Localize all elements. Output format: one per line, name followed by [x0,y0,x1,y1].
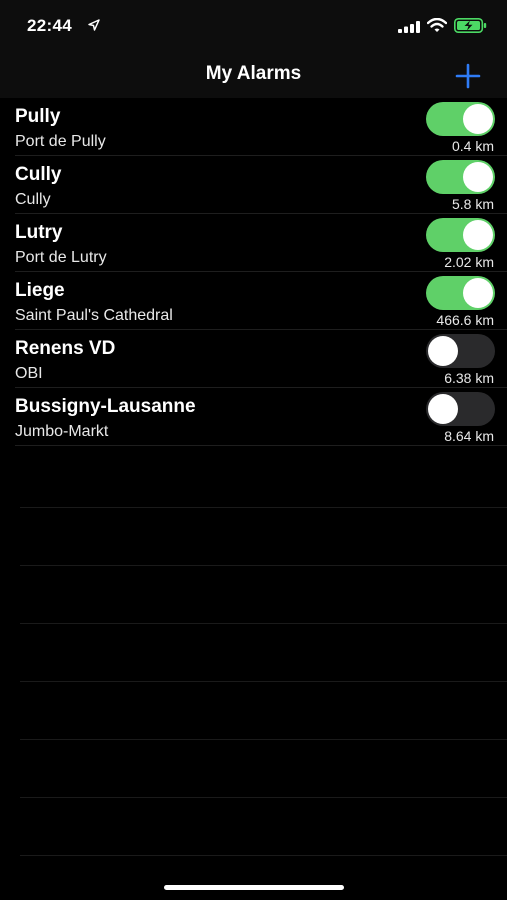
status-time: 22:44 [27,16,72,35]
alarm-distance: 5.8 km [451,196,494,212]
alarm-row[interactable]: Renens VD OBI 6.38 km [0,330,507,388]
cellular-signal-icon [398,20,420,38]
alarm-distance: 466.6 km [436,312,494,328]
toggle-knob [463,162,493,192]
alarm-toggle[interactable] [426,392,495,426]
alarm-row[interactable]: Bussigny-Lausanne Jumbo-Markt 8.64 km [0,388,507,446]
battery-charging-icon [454,18,487,38]
location-arrow-icon [88,18,100,36]
empty-row-divider [20,681,507,682]
plus-icon [455,63,481,89]
alarm-title: Liege [15,280,65,301]
empty-row-divider [20,565,507,566]
add-alarm-button[interactable] [452,61,484,91]
empty-row-divider [20,739,507,740]
alarm-title: Pully [15,106,61,127]
empty-row-divider [20,507,507,508]
alarm-distance: 0.4 km [451,138,494,154]
alarm-title: Renens VD [15,338,116,359]
alarm-subtitle: Port de Pully [15,133,106,150]
status-bar: 22:44 [0,0,507,52]
alarm-subtitle: OBI [15,365,43,382]
alarm-title: Lutry [15,222,63,243]
empty-row-divider [20,797,507,798]
alarm-distance: 8.64 km [444,428,494,444]
alarm-subtitle: Cully [15,191,51,208]
toggle-knob [463,278,493,308]
alarm-row[interactable]: Pully Port de Pully 0.4 km [0,98,507,156]
alarm-title: Cully [15,164,62,185]
row-divider [15,445,507,446]
alarm-row[interactable]: Lutry Port de Lutry 2.02 km [0,214,507,272]
navigation-bar: My Alarms [0,52,507,98]
alarm-row[interactable]: Liege Saint Paul's Cathedral 466.6 km [0,272,507,330]
alarm-toggle[interactable] [426,218,495,252]
home-indicator[interactable] [164,885,344,890]
toggle-knob [463,104,493,134]
alarm-title: Bussigny-Lausanne [15,396,196,417]
empty-row-divider [20,623,507,624]
alarm-toggle[interactable] [426,102,495,136]
alarm-toggle[interactable] [426,276,495,310]
alarm-distance: 6.38 km [444,370,494,386]
toggle-knob [428,336,458,366]
alarm-subtitle: Port de Lutry [15,249,107,266]
alarm-distance: 2.02 km [444,254,494,270]
alarm-subtitle: Saint Paul's Cathedral [15,307,173,324]
toggle-knob [428,394,458,424]
wifi-icon [426,17,448,38]
alarm-list: Pully Port de Pully 0.4 km Cully Cully 5… [0,98,507,446]
toggle-knob [463,220,493,250]
alarm-toggle[interactable] [426,160,495,194]
page-title: My Alarms [205,63,302,84]
alarm-subtitle: Jumbo-Markt [15,423,109,440]
empty-row-divider [20,855,507,856]
alarm-row[interactable]: Cully Cully 5.8 km [0,156,507,214]
alarm-toggle[interactable] [426,334,495,368]
